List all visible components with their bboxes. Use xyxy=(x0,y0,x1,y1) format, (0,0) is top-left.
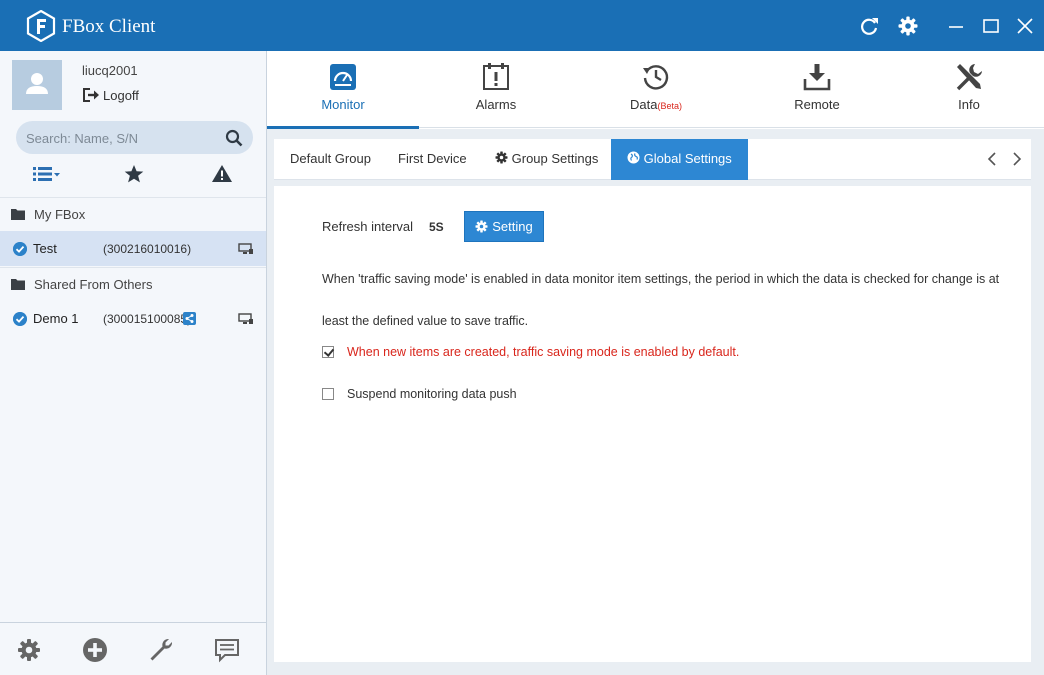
fbox-logo-icon xyxy=(26,10,56,42)
beta-badge: (Beta) xyxy=(657,101,682,111)
device-name: Test xyxy=(33,241,57,256)
list-view-icon[interactable] xyxy=(32,162,62,186)
download-icon xyxy=(803,64,831,91)
tools-icon xyxy=(956,64,982,91)
nav-remote[interactable]: Remote xyxy=(741,51,893,128)
traffic-saving-description: When 'traffic saving mode' is enabled in… xyxy=(322,272,1000,328)
settings-gear-icon[interactable] xyxy=(16,637,42,663)
device-row-test[interactable]: Test (300216010016) xyxy=(0,231,266,266)
gear-icon xyxy=(495,151,508,164)
remote-monitor-icon[interactable] xyxy=(238,312,254,325)
refresh-interval-value: 5S xyxy=(429,220,444,234)
avatar[interactable] xyxy=(12,60,62,110)
search-input[interactable] xyxy=(26,128,216,148)
device-serial: (300015100085) xyxy=(103,311,192,326)
suspend-push-checkbox[interactable] xyxy=(322,388,334,400)
tab-global-settings[interactable]: Global Settings xyxy=(611,139,748,180)
nav-label: Remote xyxy=(794,97,840,112)
nav-data-label: Data xyxy=(630,97,658,112)
maximize-icon[interactable] xyxy=(980,15,1002,37)
online-check-icon xyxy=(13,311,27,326)
folder-icon xyxy=(11,209,25,220)
user-icon xyxy=(26,73,48,94)
tab-label: Global Settings xyxy=(643,151,732,166)
favorites-star-icon[interactable] xyxy=(123,162,145,186)
nav-label: Monitor xyxy=(321,97,365,112)
folder-icon xyxy=(11,279,25,290)
group-my-fbox[interactable]: My FBox xyxy=(0,197,266,230)
setting-button-label: Setting xyxy=(492,219,533,234)
sidebar: liucq2001 Logoff M xyxy=(0,51,267,675)
nav-info[interactable]: Info xyxy=(893,51,1044,128)
app-title: FBox Client xyxy=(62,16,156,37)
group-label: My FBox xyxy=(34,206,86,222)
settings-gear-icon[interactable] xyxy=(897,15,919,37)
search-box xyxy=(16,121,253,154)
group-shared-from-others[interactable]: Shared From Others xyxy=(0,267,266,300)
refresh-icon[interactable] xyxy=(858,15,880,37)
history-icon xyxy=(643,65,669,90)
nav-label: Alarms xyxy=(475,97,517,112)
username: liucq2001 xyxy=(82,63,138,78)
nav-alarms[interactable]: Alarms xyxy=(420,51,572,128)
nav-monitor[interactable]: Monitor xyxy=(267,51,419,129)
logoff-label: Logoff xyxy=(103,87,139,103)
chevron-right-icon[interactable] xyxy=(1010,151,1024,167)
chevron-left-icon[interactable] xyxy=(985,151,999,167)
global-settings-panel: Refresh interval 5S Setting When 'traffi… xyxy=(274,186,1031,662)
setting-button[interactable]: Setting xyxy=(464,211,544,242)
tab-first-device[interactable]: First Device xyxy=(382,139,483,180)
refresh-interval-label: Refresh interval xyxy=(322,219,414,234)
device-serial: (300216010016) xyxy=(103,241,192,256)
suspend-push-label: Suspend monitoring data push xyxy=(347,387,517,401)
suspend-push-option: Suspend monitoring data push xyxy=(322,387,517,401)
search-icon[interactable] xyxy=(225,129,243,147)
default-traffic-saving-label: When new items are created, traffic savi… xyxy=(347,345,740,359)
device-row-demo-1[interactable]: Demo 1 (300015100085) xyxy=(0,301,266,336)
device-name: Demo 1 xyxy=(33,311,79,326)
close-icon[interactable] xyxy=(1014,15,1036,37)
remote-monitor-icon[interactable] xyxy=(238,242,254,255)
add-device-icon[interactable] xyxy=(82,637,108,663)
default-traffic-saving-checkbox[interactable] xyxy=(322,346,334,358)
default-traffic-saving-option: When new items are created, traffic savi… xyxy=(322,345,739,359)
main-nav: Monitor Alarms Data(Beta) Remote Info xyxy=(267,51,1044,129)
logout-icon xyxy=(83,88,99,102)
monitor-icon xyxy=(330,64,356,90)
tab-default-group[interactable]: Default Group xyxy=(274,139,387,180)
title-bar: FBox Client xyxy=(0,0,1044,51)
tab-label: Group Settings xyxy=(511,151,599,166)
nav-data[interactable]: Data(Beta) xyxy=(580,51,732,128)
minimize-icon[interactable] xyxy=(945,15,967,37)
gear-icon xyxy=(475,220,488,233)
globe-icon xyxy=(627,151,640,164)
sidebar-footer xyxy=(0,622,266,675)
group-label: Shared From Others xyxy=(34,276,153,292)
wrench-icon[interactable] xyxy=(148,637,174,663)
nav-label: Data(Beta) xyxy=(580,97,732,112)
warning-icon[interactable] xyxy=(211,162,233,186)
share-icon xyxy=(183,312,196,325)
logoff-button[interactable]: Logoff xyxy=(82,87,139,103)
tab-bar: Default Group First Device Group Setting… xyxy=(274,139,1031,180)
tab-group-settings[interactable]: Group Settings xyxy=(479,139,614,180)
nav-label: Info xyxy=(958,97,980,112)
alarm-icon xyxy=(483,63,509,90)
message-icon[interactable] xyxy=(214,637,240,663)
online-check-icon xyxy=(13,241,27,256)
